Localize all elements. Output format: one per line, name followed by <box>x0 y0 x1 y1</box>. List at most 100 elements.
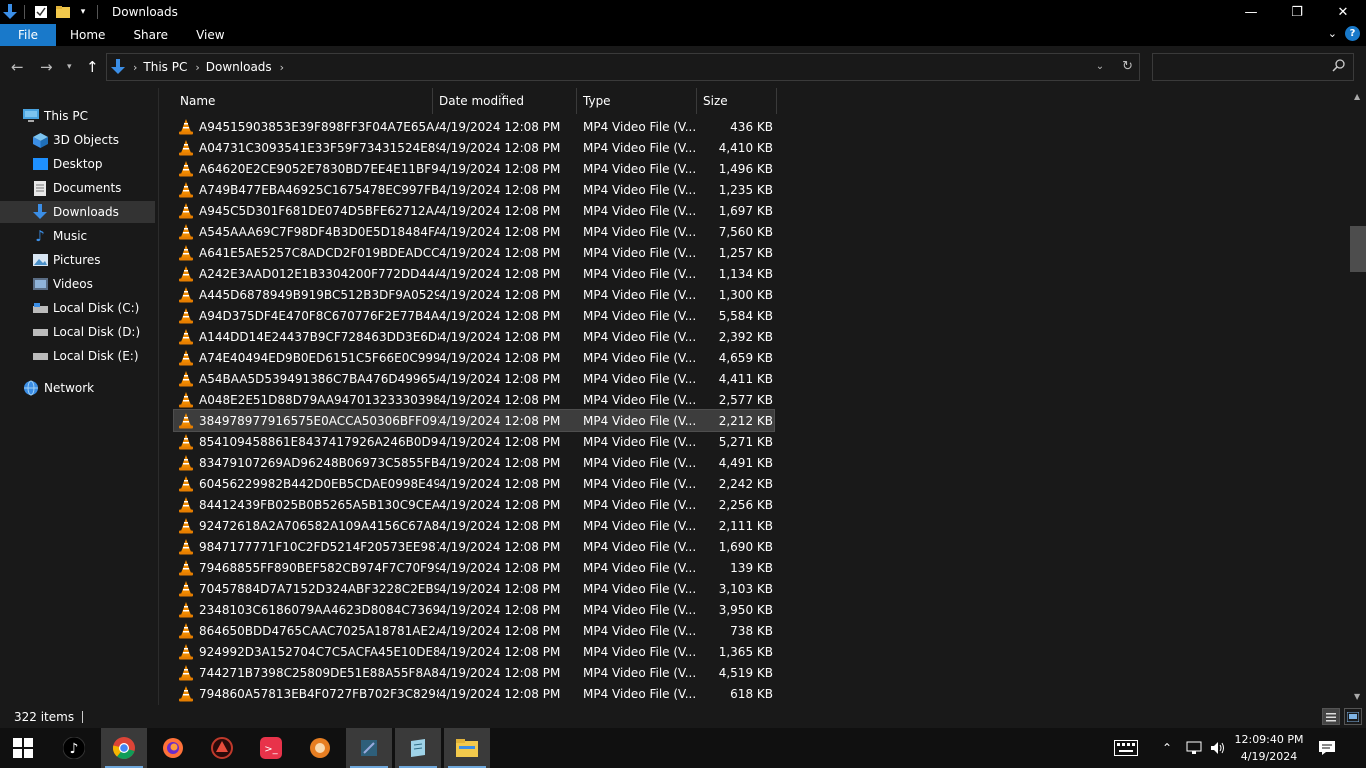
game-app-taskbar-button[interactable] <box>199 728 245 768</box>
file-name-cell[interactable]: A04731C3093541E33F59F73431524E89_vid... <box>174 139 439 156</box>
file-name-cell[interactable]: 83479107269AD96248B06973C5855FBC_vi... <box>174 454 439 471</box>
column-header-type[interactable]: Type <box>577 88 697 114</box>
file-row[interactable]: A445D6878949B919BC512B3DF9A0529C_...4/19… <box>174 284 774 305</box>
file-row[interactable]: 924992D3A152704C7C5ACFA45E10DE83_...4/19… <box>174 641 774 662</box>
column-header-date-modified[interactable]: ⌄ Date modified <box>433 88 577 114</box>
large-icons-view-button[interactable] <box>1344 708 1362 725</box>
file-row[interactable]: A945C5D301F681DE074D5BFE62712AAC_...4/19… <box>174 200 774 221</box>
forward-arrow-icon[interactable]: → <box>40 58 53 76</box>
notifications-icon[interactable] <box>1318 728 1336 768</box>
expand-ribbon-chevron-icon[interactable]: ⌄ <box>1328 27 1337 40</box>
file-row[interactable]: 384978977916575E0ACCA50306BFF092_vi...4/… <box>173 409 775 432</box>
search-input[interactable] <box>1152 53 1354 81</box>
column-header-name[interactable]: Name <box>174 88 433 114</box>
file-row[interactable]: 60456229982B442D0EB5CDAE0998E496_vi...4/… <box>174 473 774 494</box>
file-row[interactable]: 92472618A2A706582A109A4156C67A84_v...4/1… <box>174 515 774 536</box>
scrollbar-thumb[interactable] <box>1350 226 1366 272</box>
file-name-cell[interactable]: 384978977916575E0ACCA50306BFF092_vi... <box>174 412 439 429</box>
back-arrow-icon[interactable]: ← <box>11 58 24 76</box>
maximize-button[interactable]: ❐ <box>1274 0 1320 24</box>
file-name-cell[interactable]: A64620E2CE9052E7830BD7EE4E11BF93_vi... <box>174 160 439 177</box>
tab-share[interactable]: Share <box>119 24 182 46</box>
file-name-cell[interactable]: 79468855FF890BEF582CB974F7C70F99_vi... <box>174 559 439 576</box>
file-row[interactable]: A545AAA69C7F98DF4B3D0E5D18484FA9_...4/19… <box>174 221 774 242</box>
customize-chevron-icon[interactable]: ▾ <box>75 4 91 20</box>
torrent-app-taskbar-button[interactable] <box>297 728 343 768</box>
address-dropdown-chevron-icon[interactable]: ⌄ <box>1096 59 1104 74</box>
sidebar-item-this-pc[interactable]: This PC <box>0 105 155 127</box>
notes-app-taskbar-button[interactable] <box>395 728 441 768</box>
keyboard-icon[interactable] <box>1114 728 1138 768</box>
show-hidden-icons-chevron-icon[interactable]: ⌃ <box>1162 728 1172 768</box>
file-row[interactable]: A048E2E51D88D79AA94701323330398C_v...4/1… <box>174 389 774 410</box>
file-name-cell[interactable]: 92472618A2A706582A109A4156C67A84_v... <box>174 517 439 534</box>
sidebar-item-desktop[interactable]: Desktop <box>0 153 155 175</box>
file-row[interactable]: A242E3AAD012E1B3304200F772DD44A8_...4/19… <box>174 263 774 284</box>
file-name-cell[interactable]: 854109458861E8437417926A246B0D9E_vi... <box>174 433 439 450</box>
tiktok-taskbar-button[interactable]: ♪ <box>51 728 97 768</box>
file-row[interactable]: A54BAA5D539491386C7BA476D49965AE_...4/19… <box>174 368 774 389</box>
file-name-cell[interactable]: A048E2E51D88D79AA94701323330398C_v... <box>174 391 439 408</box>
file-name-cell[interactable]: 60456229982B442D0EB5CDAE0998E496_vi... <box>174 475 439 492</box>
breadcrumb-downloads[interactable]: Downloads <box>206 60 272 74</box>
column-header-size[interactable]: Size <box>697 88 777 114</box>
file-name-cell[interactable]: 84412439FB025B0B5265A5B130C9CEAE_v... <box>174 496 439 513</box>
file-row[interactable]: 84412439FB025B0B5265A5B130C9CEAE_v...4/1… <box>174 494 774 515</box>
tool-app-taskbar-button[interactable] <box>346 728 392 768</box>
file-name-cell[interactable]: A242E3AAD012E1B3304200F772DD44A8_... <box>174 265 439 282</box>
sidebar-item-downloads[interactable]: Downloads <box>0 201 155 223</box>
breadcrumb-this-pc[interactable]: This PC <box>143 60 187 74</box>
file-name-cell[interactable]: A749B477EBA46925C1675478EC997FB6_vi... <box>174 181 439 198</box>
up-arrow-icon[interactable]: ↑ <box>86 58 99 76</box>
file-name-cell[interactable]: 744271B7398C25809DE51E88A55F8A89_vi... <box>174 664 439 681</box>
file-row[interactable]: A74E40494ED9B0ED6151C5F66E0C999C_v...4/1… <box>174 347 774 368</box>
file-name-cell[interactable]: 794860A57813EB4F0727FB702F3C8298_vi... <box>174 685 439 702</box>
scroll-down-arrow-icon[interactable]: ▼ <box>1354 692 1360 701</box>
file-name-cell[interactable]: A545AAA69C7F98DF4B3D0E5D18484FA9_... <box>174 223 439 240</box>
sidebar-item-local-disk-e[interactable]: Local Disk (E:) <box>0 345 155 367</box>
address-bar[interactable]: › This PC › Downloads › ⌄ ↻ <box>106 53 1140 81</box>
file-row[interactable]: 854109458861E8437417926A246B0D9E_vi...4/… <box>174 431 774 452</box>
file-row[interactable]: A749B477EBA46925C1675478EC997FB6_vi...4/… <box>174 179 774 200</box>
file-row[interactable]: A641E5AE5257C8ADCD2F019BDEADCCA... 4/19/2… <box>174 242 774 263</box>
file-row[interactable]: A94D375DF4E470F8C670776F2E77B4A3_vi...4/… <box>174 305 774 326</box>
file-row[interactable]: A04731C3093541E33F59F73431524E89_vid...4… <box>174 137 774 158</box>
vpn-app-taskbar-button[interactable]: >_ <box>248 728 294 768</box>
file-row[interactable]: 794860A57813EB4F0727FB702F3C8298_vi...4/… <box>174 683 774 704</box>
minimize-button[interactable]: — <box>1228 0 1274 24</box>
sidebar-item-network[interactable]: Network <box>0 377 155 399</box>
tab-view[interactable]: View <box>182 24 238 46</box>
recent-locations-chevron-icon[interactable]: ▾ <box>67 62 72 72</box>
tab-file[interactable]: File <box>0 24 56 46</box>
file-name-cell[interactable]: 9847177771F10C2FD5214F20573EE987_vid... <box>174 538 439 555</box>
sidebar-item-pictures[interactable]: Pictures <box>0 249 155 271</box>
sidebar-item-3d-objects[interactable]: 3D Objects <box>0 129 155 151</box>
file-name-cell[interactable]: A94D375DF4E470F8C670776F2E77B4A3_vi... <box>174 307 439 324</box>
details-view-button[interactable] <box>1322 708 1340 725</box>
properties-icon[interactable] <box>33 4 49 20</box>
file-row[interactable]: 744271B7398C25809DE51E88A55F8A89_vi...4/… <box>174 662 774 683</box>
file-name-cell[interactable]: A54BAA5D539491386C7BA476D49965AE_... <box>174 370 439 387</box>
refresh-icon[interactable]: ↻ <box>1122 59 1133 74</box>
file-row[interactable]: 2348103C6186079AA4623D8084C7369C_vi...4/… <box>174 599 774 620</box>
search-icon[interactable] <box>1332 59 1345 75</box>
tab-home[interactable]: Home <box>56 24 119 46</box>
file-row[interactable]: A94515903853E39F898FF3F04A7E65AA_vi...4/… <box>174 116 774 137</box>
help-icon[interactable]: ? <box>1345 26 1360 41</box>
file-row[interactable]: A64620E2CE9052E7830BD7EE4E11BF93_vi...4/… <box>174 158 774 179</box>
sidebar-item-local-disk-d[interactable]: Local Disk (D:) <box>0 321 155 343</box>
breadcrumb-separator-icon[interactable]: › <box>133 61 137 74</box>
file-row[interactable]: 83479107269AD96248B06973C5855FBC_vi...4/… <box>174 452 774 473</box>
file-name-cell[interactable]: A144DD14E24437B9CF728463DD3E6D8B_... <box>174 328 439 345</box>
file-name-cell[interactable]: A445D6878949B919BC512B3DF9A0529C_... <box>174 286 439 303</box>
file-row[interactable]: A144DD14E24437B9CF728463DD3E6D8B_...4/19… <box>174 326 774 347</box>
file-name-cell[interactable]: A945C5D301F681DE074D5BFE62712AAC_... <box>174 202 439 219</box>
volume-icon[interactable] <box>1210 728 1226 768</box>
start-button[interactable] <box>0 728 46 768</box>
firefox-taskbar-button[interactable] <box>150 728 196 768</box>
file-name-cell[interactable]: A74E40494ED9B0ED6151C5F66E0C999C_v... <box>174 349 439 366</box>
file-name-cell[interactable]: A94515903853E39F898FF3F04A7E65AA_vi... <box>174 118 439 135</box>
sidebar-item-music[interactable]: ♪ Music <box>0 225 155 247</box>
sidebar-item-videos[interactable]: Videos <box>0 273 155 295</box>
file-name-cell[interactable]: 2348103C6186079AA4623D8084C7369C_vi... <box>174 601 439 618</box>
